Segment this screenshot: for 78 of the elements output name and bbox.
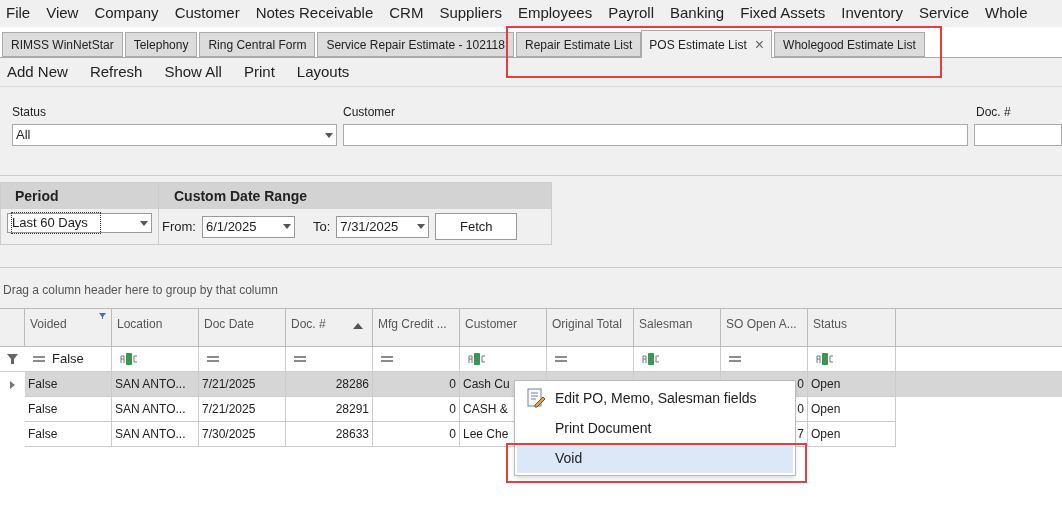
menu-item[interactable]: CRM xyxy=(381,2,432,25)
equals-icon[interactable] xyxy=(207,356,219,362)
from-date-picker[interactable]: 6/1/2025 xyxy=(201,215,295,238)
menu-item[interactable]: Banking xyxy=(662,2,733,25)
menu-item[interactable]: Fixed Assets xyxy=(732,2,834,25)
equals-icon[interactable] xyxy=(555,356,567,362)
document-tab[interactable]: POS Estimate List × xyxy=(641,30,773,58)
dropdown-arrow-icon[interactable] xyxy=(325,132,333,138)
column-header[interactable]: Mfg Credit ... xyxy=(373,309,460,346)
panel-title: Custom Date Range xyxy=(159,183,551,209)
document-tab[interactable]: RIMSS WinNetStar xyxy=(2,32,123,57)
menu-item[interactable]: Customer xyxy=(166,2,248,25)
toolbar-button[interactable]: Print xyxy=(243,60,275,84)
table-cell: SAN ANTO... xyxy=(112,422,199,447)
menu-item[interactable]: Company xyxy=(86,2,167,25)
menu-item[interactable]: Employees xyxy=(509,2,601,25)
toolbar-button[interactable]: Add New xyxy=(7,60,68,84)
column-header[interactable]: Doc. # xyxy=(286,309,373,346)
column-header[interactable]: Original Total xyxy=(547,309,634,346)
field-label: Status xyxy=(12,104,48,121)
table-cell: Open xyxy=(808,422,896,447)
period-dropdown[interactable]: Last 60 Days xyxy=(7,213,152,233)
doc-number-field[interactable] xyxy=(974,124,1062,146)
equals-icon[interactable] xyxy=(294,356,306,362)
field-label: Doc. # xyxy=(975,104,1012,121)
filter-icon xyxy=(7,354,18,364)
toolbar-button[interactable]: Show All xyxy=(164,60,222,84)
dropdown-arrow-icon[interactable] xyxy=(282,224,291,229)
to-date-picker[interactable]: 7/31/2025 xyxy=(336,215,430,238)
menu-item[interactable]: View xyxy=(38,2,87,25)
column-header[interactable]: Voided xyxy=(25,309,112,346)
document-tab[interactable]: Ring Central Form xyxy=(199,32,316,57)
toolbar-button[interactable]: Refresh xyxy=(89,60,143,84)
menu-item[interactable]: Service xyxy=(910,2,977,25)
text-filter-icon[interactable] xyxy=(816,353,834,365)
text-filter-icon[interactable] xyxy=(120,353,138,365)
document-tab[interactable]: Repair Estimate List xyxy=(515,32,642,57)
menu-item[interactable]: Notes Receivable xyxy=(247,2,382,25)
text-filter-icon[interactable] xyxy=(642,353,660,365)
menu-item[interactable]: Payroll xyxy=(600,2,662,25)
equals-icon[interactable] xyxy=(33,356,45,362)
menu-item[interactable]: Inventory xyxy=(833,2,911,25)
row-pointer-icon xyxy=(10,380,15,389)
table-cell: 28633 xyxy=(286,422,373,447)
toolbar-button[interactable]: Layouts xyxy=(296,60,350,84)
fetch-button[interactable]: Fetch xyxy=(435,213,518,240)
column-header[interactable]: Location xyxy=(112,309,199,346)
table-cell: False xyxy=(25,422,112,447)
table-cell: 7/30/2025 xyxy=(199,422,286,447)
menu-item[interactable]: Suppliers xyxy=(431,2,510,25)
panel-title: Period xyxy=(1,183,158,209)
column-header[interactable]: Customer xyxy=(460,309,547,346)
customer-field[interactable] xyxy=(343,124,968,146)
field-label: To: xyxy=(312,217,331,236)
column-header[interactable]: SO Open A... xyxy=(721,309,808,346)
equals-icon[interactable] xyxy=(729,356,741,362)
column-header[interactable]: Status xyxy=(808,309,896,346)
dropdown-arrow-icon[interactable] xyxy=(140,220,148,226)
text-filter-icon[interactable] xyxy=(468,353,486,365)
close-tab-button[interactable]: × xyxy=(754,32,765,57)
status-dropdown[interactable]: All xyxy=(12,124,337,146)
table-cell: 0 xyxy=(373,422,460,447)
document-tab[interactable]: Wholegood Estimate List xyxy=(774,32,925,57)
menu-item[interactable]: Whole xyxy=(977,2,1036,25)
column-header[interactable]: Doc Date xyxy=(199,309,286,346)
column-header[interactable]: Salesman xyxy=(634,309,721,346)
dropdown-arrow-icon[interactable] xyxy=(417,224,426,229)
menu-item[interactable]: Void xyxy=(517,443,793,473)
group-panel-hint: Drag a column header here to group by that column xyxy=(3,281,278,299)
filter-cell[interactable]: False xyxy=(25,347,112,371)
equals-icon[interactable] xyxy=(381,356,393,362)
field-label: Customer xyxy=(343,104,396,121)
field-label: From: xyxy=(162,217,196,236)
menu-item[interactable]: File xyxy=(0,2,39,25)
filter-icon[interactable] xyxy=(99,313,106,319)
document-tab[interactable]: Telephony xyxy=(124,32,198,57)
sort-ascending-icon[interactable] xyxy=(353,323,363,329)
document-tab[interactable]: Service Repair Estimate - 102118 xyxy=(317,32,514,57)
